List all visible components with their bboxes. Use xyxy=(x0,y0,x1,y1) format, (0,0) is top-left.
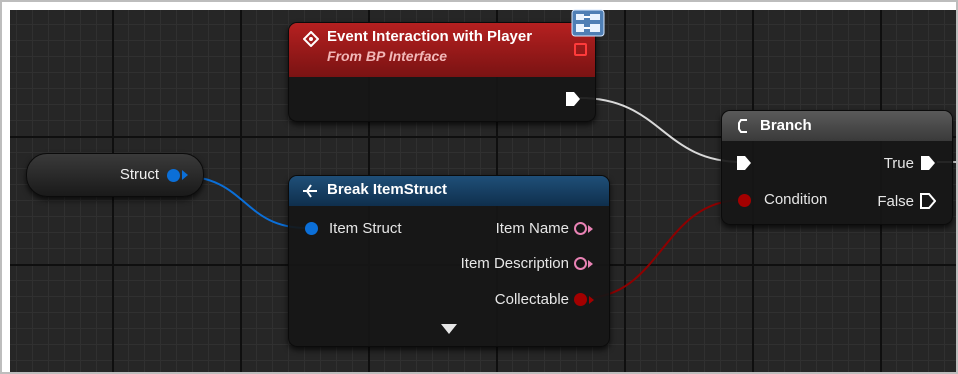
branch-exec-input-pin[interactable] xyxy=(736,155,752,171)
interface-badge-icon xyxy=(571,9,605,37)
struct-output-pin[interactable] xyxy=(167,169,180,182)
break-struct-node[interactable]: Break ItemStruct Item Struct Item Name I… xyxy=(288,175,610,347)
branch-icon xyxy=(738,119,747,133)
event-node-header: Event Interaction with Player From BP In… xyxy=(289,23,595,77)
struct-variable-node[interactable]: Struct xyxy=(26,153,204,197)
expand-pins-arrow-icon[interactable] xyxy=(441,324,457,334)
true-exec-output-pin[interactable] xyxy=(920,155,936,171)
condition-input-label: Condition xyxy=(764,191,828,208)
false-output-label: False xyxy=(877,193,914,210)
struct-variable-label: Struct xyxy=(119,166,159,183)
item-struct-input-pin[interactable] xyxy=(305,222,318,235)
branch-node-header: Branch xyxy=(722,111,952,141)
true-output-label: True xyxy=(883,155,914,172)
event-node-title: Event Interaction with Player xyxy=(327,28,533,45)
break-node-header: Break ItemStruct xyxy=(289,176,609,206)
event-exec-output-pin[interactable] xyxy=(565,91,581,107)
collectable-output-label: Collectable xyxy=(494,291,569,308)
break-struct-icon xyxy=(303,184,317,198)
event-node-subtitle: From BP Interface xyxy=(327,48,448,64)
item-name-output-label: Item Name xyxy=(495,220,569,237)
collectable-arrow-icon xyxy=(589,296,594,304)
item-struct-input-label: Item Struct xyxy=(329,220,402,237)
blueprint-graph-frame: Struct Event Interaction with Player Fro… xyxy=(0,0,958,374)
item-description-output-pin[interactable] xyxy=(574,257,587,270)
false-exec-output-pin[interactable] xyxy=(920,193,936,209)
break-node-title: Break ItemStruct xyxy=(327,181,448,198)
collectable-output-pin[interactable] xyxy=(574,293,587,306)
branch-node[interactable]: Branch True Condition False xyxy=(721,110,953,225)
event-node[interactable]: Event Interaction with Player From BP In… xyxy=(288,22,596,122)
struct-output-arrow-icon xyxy=(182,170,188,180)
item-name-output-pin[interactable] xyxy=(574,222,587,235)
branch-node-title: Branch xyxy=(760,117,812,134)
item-description-arrow-icon xyxy=(588,260,593,268)
event-diamond-icon xyxy=(303,31,319,47)
item-name-arrow-icon xyxy=(588,225,593,233)
event-delegate-pin[interactable] xyxy=(574,43,587,56)
item-description-output-label: Item Description xyxy=(460,255,569,272)
condition-input-pin[interactable] xyxy=(738,194,751,207)
